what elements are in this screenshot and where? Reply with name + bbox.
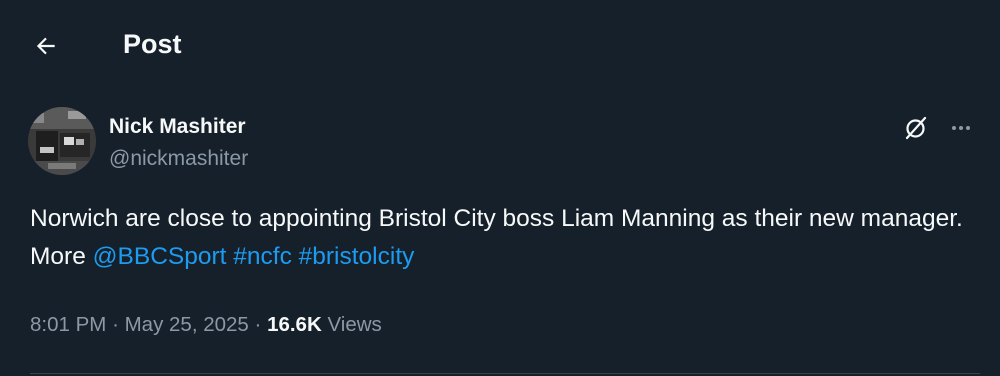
mention-link[interactable]: @BBCSport [93, 243, 227, 270]
back-button[interactable] [26, 26, 66, 66]
tweet-date[interactable]: May 25, 2025 [125, 313, 249, 336]
meta-separator: · [112, 313, 119, 336]
tweet-text: Norwich are close to appointing Bristol … [30, 200, 980, 276]
views-label[interactable]: Views [327, 313, 381, 336]
profile-photo [28, 107, 96, 175]
more-dots-icon [952, 126, 970, 130]
tweet-time[interactable]: 8:01 PM [30, 313, 106, 336]
arrow-left-icon [36, 37, 55, 55]
author-name[interactable]: Nick Mashiter [109, 113, 246, 141]
hashtag-link[interactable]: #ncfc [233, 243, 292, 270]
grok-icon [905, 116, 927, 140]
avatar[interactable] [28, 107, 96, 175]
more-button[interactable] [943, 110, 979, 146]
meta-separator: · [254, 313, 262, 336]
page-header: Post [0, 0, 1000, 88]
author-handle[interactable]: @nickmashiter [109, 145, 248, 173]
tweet-meta: 8:01 PM · May 25, 2025 · 16.6K Views [30, 310, 382, 340]
post-page: Post Nick Mashiter @nickmashiter Norwich… [0, 0, 1000, 376]
hashtag-link[interactable]: #bristolcity [299, 243, 415, 270]
divider [30, 373, 980, 374]
page-title: Post [123, 29, 182, 59]
grok-button[interactable] [898, 110, 934, 146]
views-count[interactable]: 16.6K [267, 313, 322, 336]
